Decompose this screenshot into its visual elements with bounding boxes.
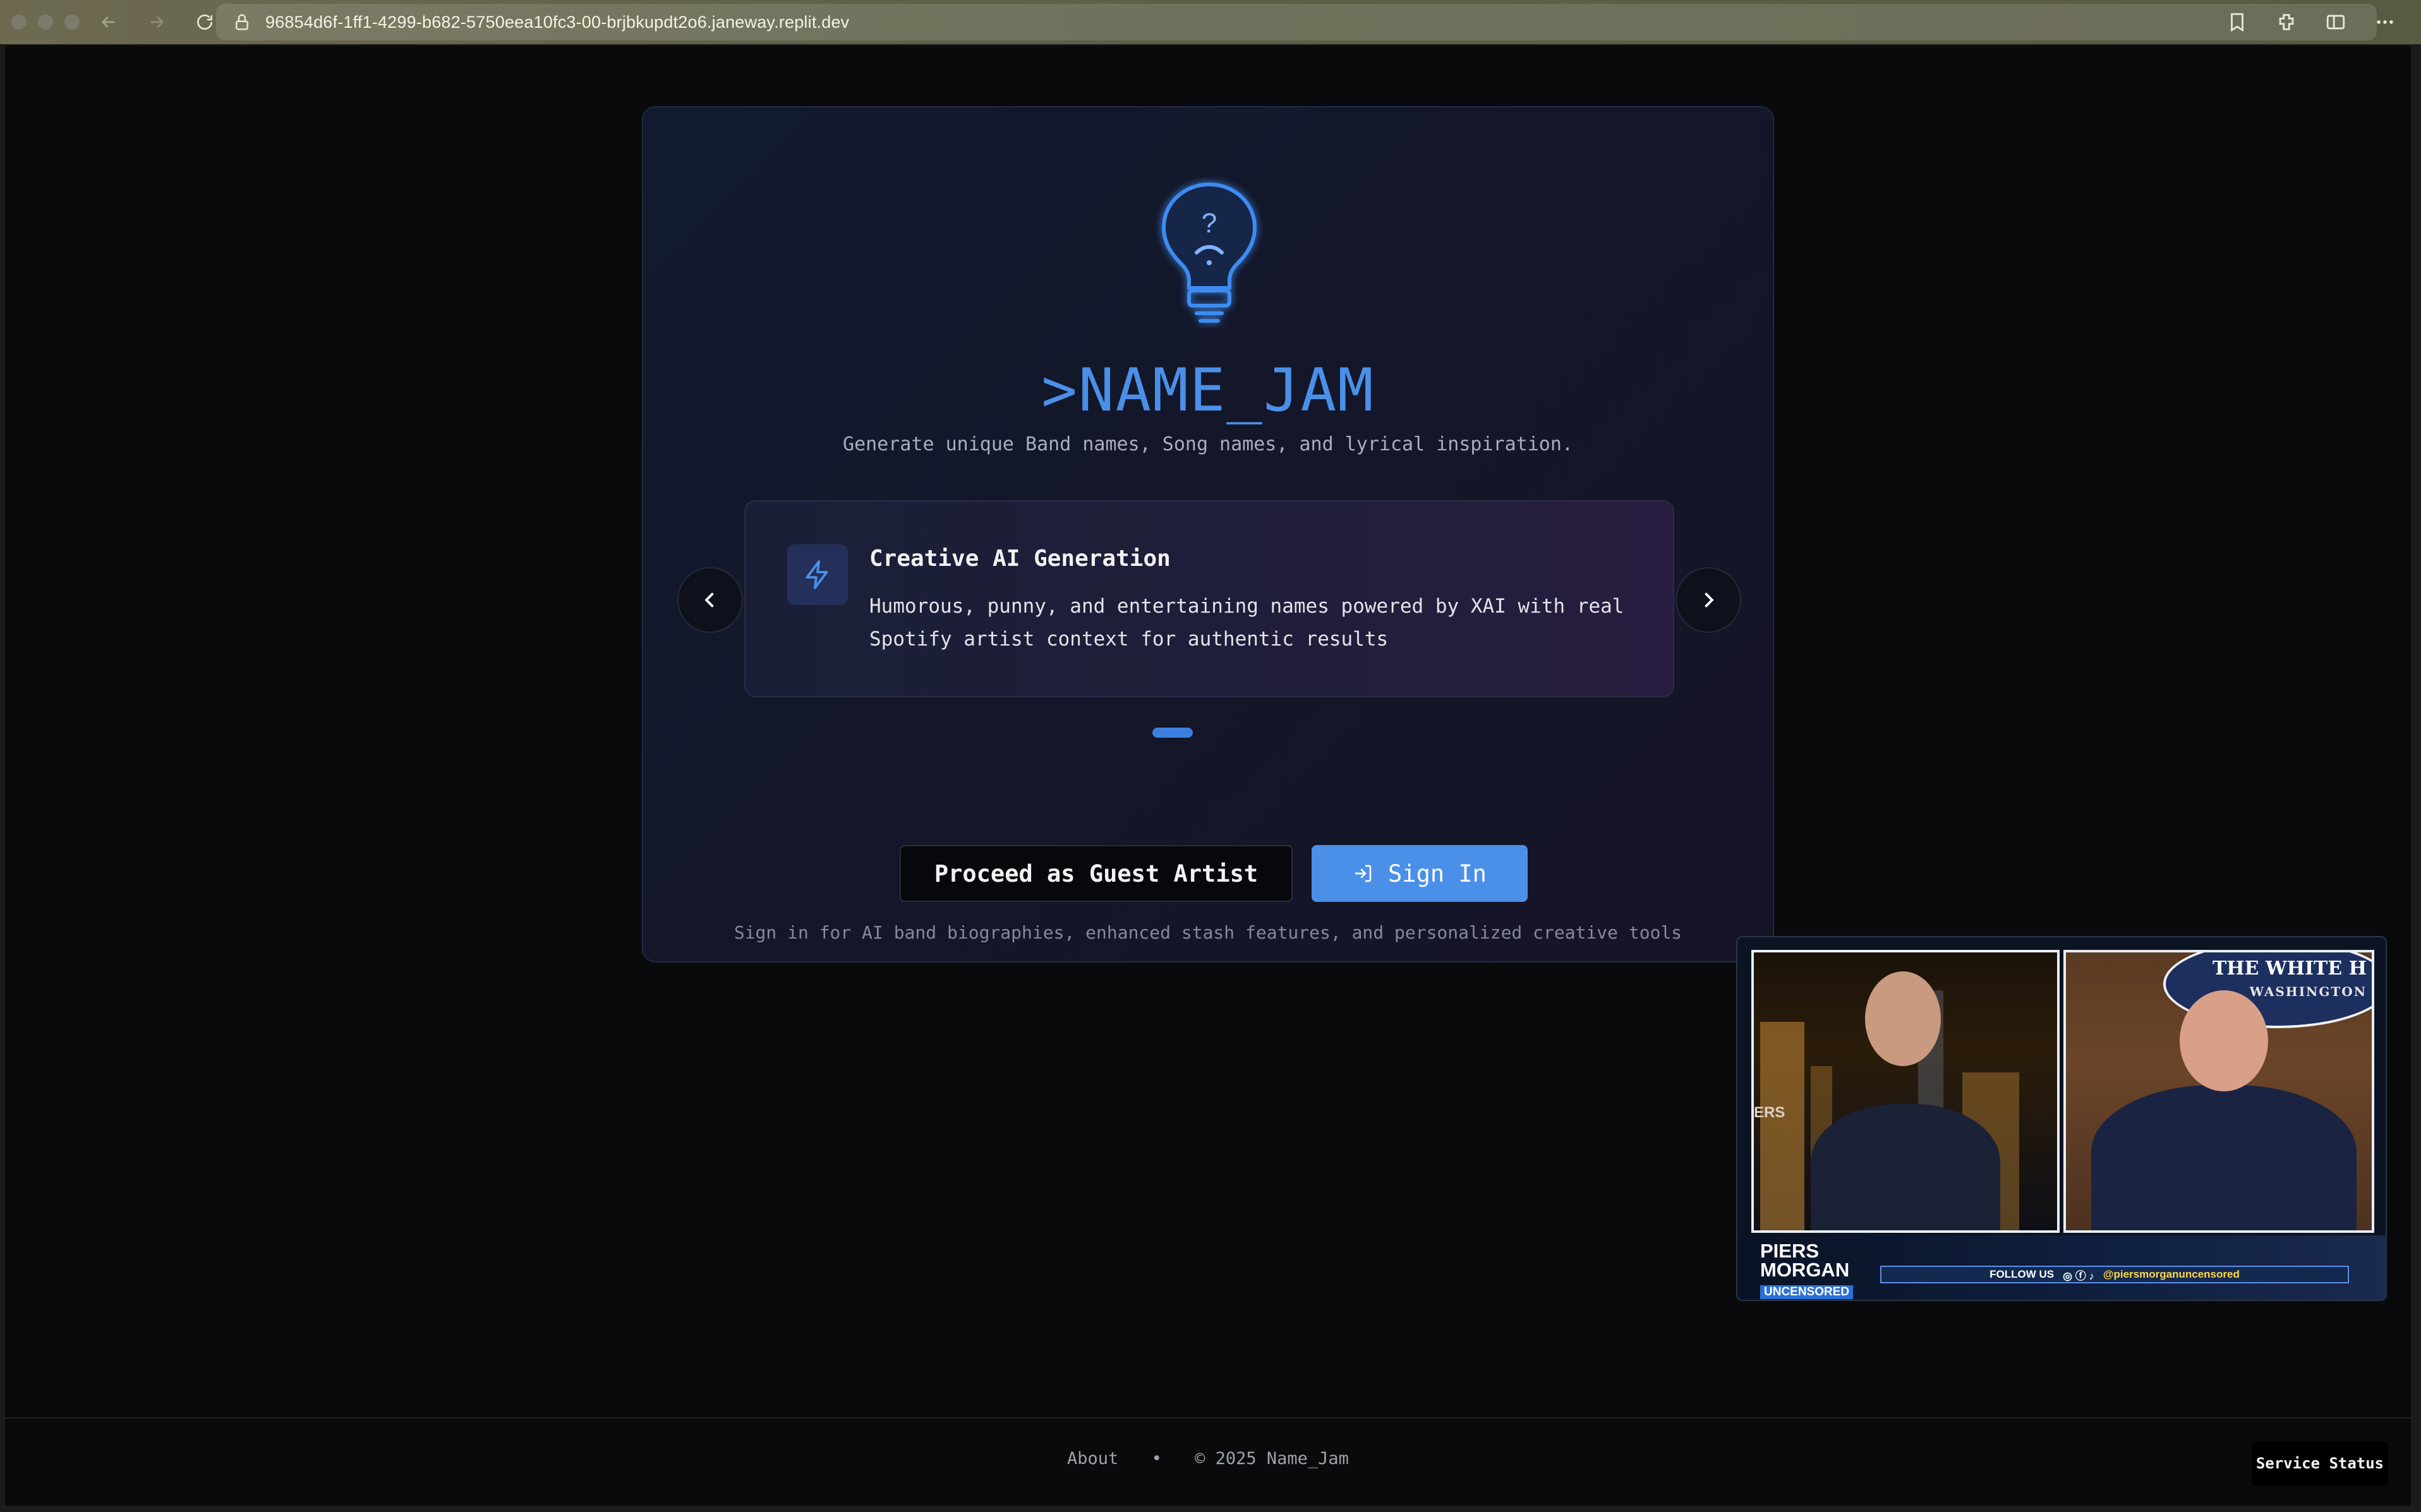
- feature-icon-tile: [787, 544, 848, 605]
- sign-in-label: Sign In: [1388, 860, 1487, 887]
- footer-separator: •: [1151, 1449, 1162, 1468]
- app-subtitle: Generate unique Band names, Song names, …: [843, 433, 1573, 455]
- picture-in-picture-video[interactable]: ERS THE WHITE H WASHINGTON PIERS MORGAN …: [1736, 936, 2387, 1301]
- chevron-right-icon: [1705, 592, 1714, 608]
- login-icon: [1355, 865, 1372, 882]
- video-lower-third: PIERS MORGAN UNCENSORED FOLLOW US ◎ ⓕ ♪ …: [1737, 1235, 2386, 1300]
- close-window-button[interactable]: [11, 15, 27, 30]
- seal-title: THE WHITE H: [2212, 957, 2367, 980]
- lightbulb-question-icon: ?: [1162, 183, 1257, 323]
- about-link[interactable]: About: [1067, 1449, 1118, 1468]
- address-bar[interactable]: 96854d6f-1ff1-4299-b682-5750eea10fc3-00-…: [216, 4, 2377, 40]
- feature-slide: Creative AI Generation Humorous, punny, …: [744, 500, 1674, 697]
- host-head: [1865, 971, 1941, 1066]
- page-viewport: ? >NAME_JAM Generate unique Band names, …: [5, 45, 2411, 1506]
- bookmark-icon[interactable]: [2226, 11, 2248, 33]
- carousel-indicator-active[interactable]: [1152, 728, 1193, 738]
- host-body: [1811, 1104, 2000, 1230]
- footer-links: About • © 2025 Name_Jam: [5, 1449, 2411, 1468]
- arrow-left-icon: [101, 16, 115, 28]
- follow-bar: FOLLOW US ◎ ⓕ ♪ @piersmorganuncensored: [1880, 1266, 2349, 1283]
- forward-button[interactable]: [142, 7, 172, 37]
- service-status-button[interactable]: Service Status: [2252, 1441, 2388, 1485]
- lock-icon: [236, 14, 248, 30]
- sidebar-icon[interactable]: [2325, 11, 2346, 33]
- reload-icon: [197, 15, 212, 30]
- logo-line-2: MORGAN: [1760, 1259, 1850, 1281]
- guest-artist-button[interactable]: Proceed as Guest Artist: [900, 845, 1293, 902]
- carousel-next-button[interactable]: [1675, 567, 1741, 633]
- video-right-panel: THE WHITE H WASHINGTON: [2063, 950, 2374, 1233]
- copyright-text: © 2025 Name_Jam: [1195, 1449, 1349, 1468]
- guest-head: [2180, 990, 2268, 1091]
- more-options-icon[interactable]: [2374, 11, 2396, 33]
- svg-text:?: ?: [1202, 208, 1217, 239]
- page-footer: About • © 2025 Name_Jam Service Status: [5, 1417, 2411, 1506]
- carousel-prev-button[interactable]: [677, 567, 743, 633]
- reload-button[interactable]: [190, 7, 220, 37]
- background-sign-text: ERS: [1754, 1104, 1785, 1121]
- arrow-right-icon: [150, 16, 164, 28]
- app-title: >NAME_JAM: [1041, 356, 1375, 425]
- window-controls: [11, 15, 80, 30]
- toolbar-actions: [2226, 0, 2396, 44]
- browser-toolbar: 96854d6f-1ff1-4299-b682-5750eea10fc3-00-…: [0, 0, 2421, 44]
- social-handle: @piersmorganuncensored: [2103, 1268, 2240, 1280]
- welcome-card: ? >NAME_JAM Generate unique Band names, …: [642, 106, 1774, 963]
- lightning-icon: [806, 560, 828, 589]
- chevron-left-icon: [704, 592, 714, 608]
- extensions-icon[interactable]: [2276, 11, 2297, 33]
- back-button[interactable]: [94, 7, 124, 37]
- feature-title: Creative AI Generation: [869, 546, 1171, 572]
- feature-description: Humorous, punny, and entertaining names …: [869, 595, 1624, 651]
- minimize-window-button[interactable]: [38, 15, 53, 30]
- follow-label: FOLLOW US: [1989, 1268, 2055, 1280]
- logo-tag: UNCENSORED: [1760, 1285, 1854, 1299]
- video-left-panel: ERS: [1751, 950, 2060, 1233]
- social-icons: ◎ ⓕ ♪: [2063, 1269, 2094, 1282]
- sign-in-button[interactable]: Sign In: [1312, 845, 1528, 902]
- show-logo: PIERS MORGAN UNCENSORED: [1760, 1240, 1854, 1299]
- zoom-window-button[interactable]: [64, 15, 80, 30]
- city-building: [1760, 1022, 1804, 1230]
- seal-subtitle: WASHINGTON: [2249, 984, 2367, 999]
- logo-line-1: PIERS: [1760, 1240, 1820, 1262]
- url-text: 96854d6f-1ff1-4299-b682-5750eea10fc3-00-…: [265, 12, 850, 32]
- guest-body: [2091, 1085, 2357, 1230]
- sign-in-hint: Sign in for AI band biographies, enhance…: [734, 922, 1682, 943]
